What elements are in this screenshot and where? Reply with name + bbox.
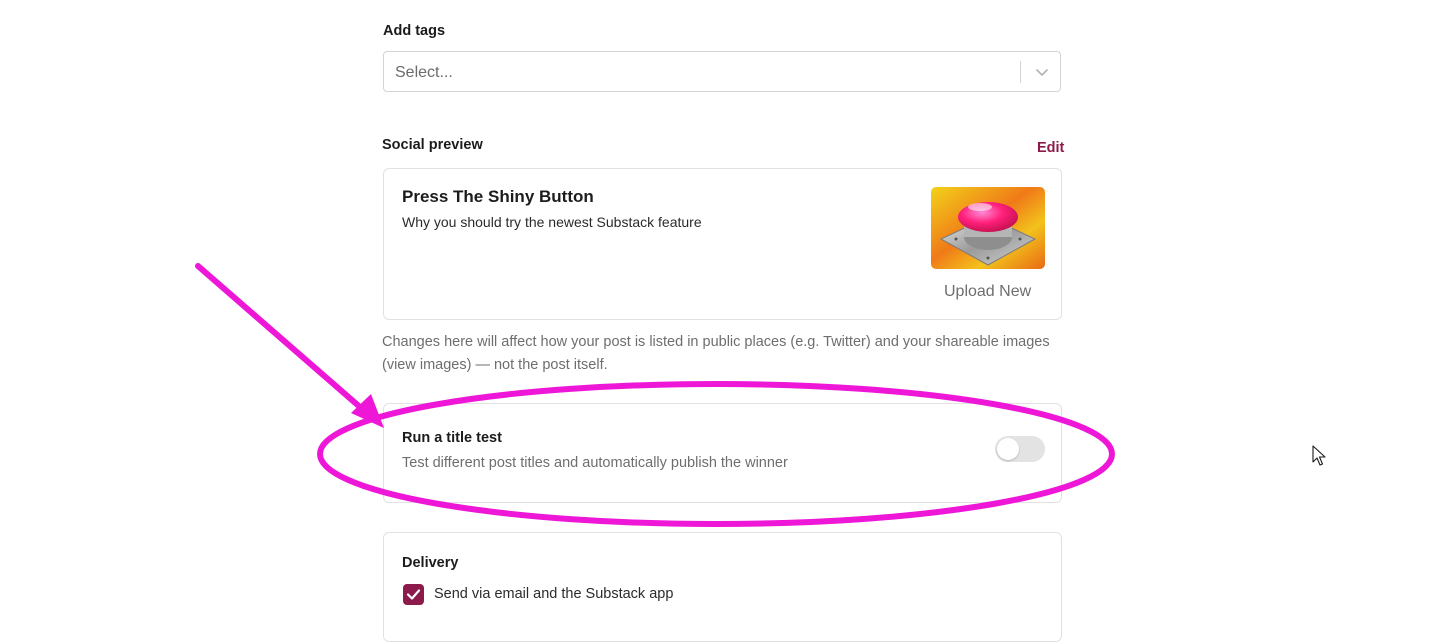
title-test-toggle[interactable] (995, 436, 1045, 462)
delivery-card: Delivery Send via email and the Substack… (383, 532, 1062, 642)
select-divider (1020, 61, 1021, 83)
annotation-arrow-icon (195, 263, 384, 428)
title-test-heading: Run a title test (402, 430, 502, 446)
preview-post-title: Press The Shiny Button (402, 187, 594, 206)
social-preview-label: Social preview (382, 137, 483, 153)
delivery-heading: Delivery (402, 555, 459, 571)
tags-select-placeholder: Select... (395, 64, 453, 81)
preview-post-subtitle: Why you should try the newest Substack f… (402, 214, 702, 230)
toggle-knob (997, 438, 1019, 460)
social-preview-card: Press The Shiny Button Why you should tr… (383, 168, 1062, 320)
edit-social-preview-link[interactable]: Edit (1037, 140, 1064, 156)
chevron-down-icon[interactable] (1032, 62, 1052, 82)
social-preview-help-text: Changes here will affect how your post i… (382, 334, 1050, 373)
send-email-checkbox[interactable] (403, 584, 424, 605)
title-test-card: Run a title test Test different post tit… (383, 403, 1062, 503)
title-test-description: Test different post titles and automatic… (402, 455, 788, 471)
mouse-pointer-icon (1312, 445, 1326, 466)
check-icon (406, 589, 421, 600)
send-email-label: Send via email and the Substack app (434, 586, 674, 602)
tags-label: Add tags (383, 23, 446, 39)
preview-thumbnail-image[interactable] (931, 187, 1045, 269)
tags-select[interactable]: Select... (383, 51, 1061, 92)
upload-new-button[interactable]: Upload New (944, 283, 1031, 301)
